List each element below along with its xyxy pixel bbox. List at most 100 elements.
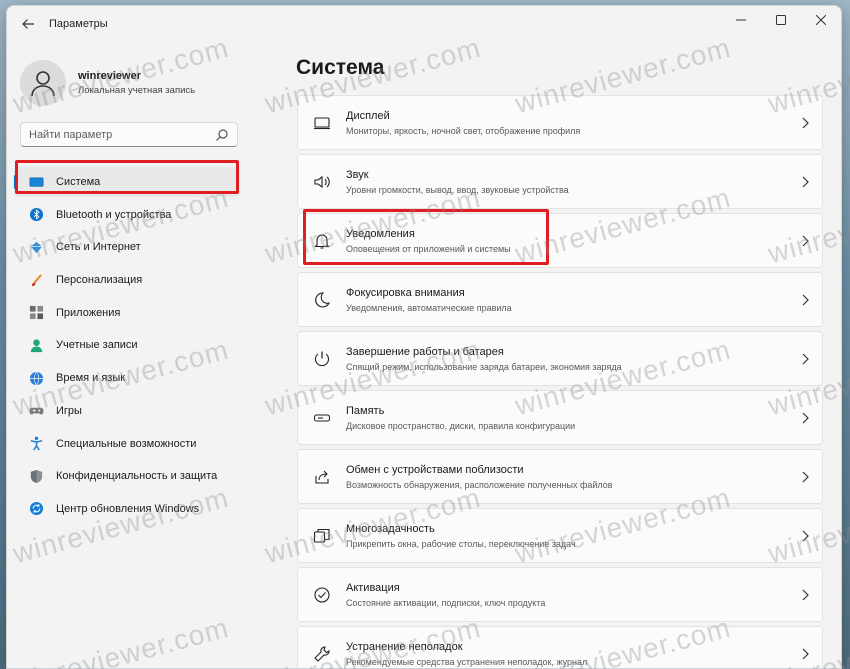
chevron-right-icon (802, 530, 809, 541)
page-title: Система (296, 56, 385, 79)
sidebar-item-network[interactable]: Сеть и Интернет (14, 232, 240, 262)
user-profile[interactable]: winreviewer Локальная учетная запись (20, 60, 195, 106)
title-bar: Параметры (7, 6, 841, 42)
setting-card-display[interactable]: Дисплей Мониторы, яркость, ночной свет, о… (297, 95, 823, 150)
shield-icon (28, 468, 44, 484)
card-subtitle: Рекомендуемые средства устранения непола… (346, 656, 588, 667)
chevron-right-icon (802, 412, 809, 423)
multitask-icon (312, 526, 332, 546)
accessibility-icon (28, 436, 44, 452)
setting-card-nearby-sharing[interactable]: Обмен с устройствами поблизости Возможнос… (297, 449, 823, 504)
card-title: Обмен с устройствами поблизости (346, 463, 524, 476)
display-icon (312, 113, 332, 133)
sidebar-item-label: Конфиденциальность и защита (56, 470, 218, 483)
sidebar-item-time-language[interactable]: Время и язык (14, 363, 240, 393)
sidebar-item-accessibility[interactable]: Специальные возможности (14, 429, 240, 459)
person-icon (31, 71, 55, 97)
search-icon[interactable] (215, 128, 229, 142)
highlight-system (15, 160, 239, 194)
chevron-right-icon (802, 117, 809, 128)
settings-window: Параметры winreviewer Локальная учетная … (6, 5, 842, 669)
sidebar-item-bluetooth[interactable]: Bluetooth и устройства (14, 200, 240, 230)
sidebar-item-gaming[interactable]: Игры (14, 396, 240, 426)
user-name: winreviewer (78, 70, 141, 82)
card-subtitle: Мониторы, яркость, ночной свет, отображе… (346, 125, 581, 136)
brush-icon (28, 272, 44, 288)
card-subtitle: Состояние активации, подписки, ключ прод… (346, 597, 546, 608)
sidebar-item-accounts[interactable]: Учетные записи (14, 330, 240, 360)
card-title: Устранение неполадок (346, 640, 463, 653)
setting-card-power-battery[interactable]: Завершение работы и батарея Спящий режим,… (297, 331, 823, 386)
sidebar-item-label: Специальные возможности (56, 437, 197, 450)
search-box[interactable] (20, 122, 238, 147)
bluetooth-icon (28, 207, 44, 223)
card-subtitle: Возможность обнаружения, расположение по… (346, 479, 613, 490)
card-subtitle: Спящий режим, использование заряда батар… (346, 361, 622, 372)
window-controls (721, 6, 841, 34)
sidebar-item-label: Персонализация (56, 274, 143, 287)
chevron-right-icon (802, 235, 809, 246)
highlight-notifications (303, 209, 549, 265)
chevron-right-icon (802, 176, 809, 187)
card-title: Звук (346, 168, 369, 181)
card-title: Активация (346, 581, 400, 594)
sidebar-item-windows-update[interactable]: Центр обновления Windows (14, 494, 240, 524)
nav-list: Система Bluetooth и устройства Сеть и Ин… (14, 167, 240, 527)
chevron-right-icon (802, 648, 809, 659)
sidebar-item-label: Игры (56, 404, 82, 417)
sidebar-item-privacy[interactable]: Конфиденциальность и защита (14, 461, 240, 491)
account-type: Локальная учетная запись (78, 85, 196, 96)
sidebar-item-label: Сеть и Интернет (56, 241, 141, 254)
check-circle-icon (312, 585, 332, 605)
sidebar-item-label: Время и язык (56, 372, 126, 385)
storage-icon (312, 408, 332, 428)
maximize-button[interactable] (761, 6, 801, 34)
maximize-icon (776, 15, 786, 25)
card-subtitle: Дисковое пространство, диски, правила ко… (346, 420, 576, 431)
network-icon (28, 239, 44, 255)
sidebar-item-label: Bluetooth и устройства (56, 208, 172, 221)
card-subtitle: Уведомления, автоматические правила (346, 302, 512, 313)
chevron-right-icon (802, 353, 809, 364)
speaker-icon (312, 172, 332, 192)
setting-card-sound[interactable]: Звук Уровни громкости, вывод, ввод, звуко… (297, 154, 823, 209)
setting-card-activation[interactable]: Активация Состояние активации, подписки, … (297, 567, 823, 622)
chevron-right-icon (802, 589, 809, 600)
minimize-button[interactable] (721, 6, 761, 34)
card-title: Дисплей (346, 109, 390, 122)
sidebar-item-personalization[interactable]: Персонализация (14, 265, 240, 295)
user-icon (28, 337, 44, 353)
globe-clock-icon (28, 370, 44, 386)
card-title: Завершение работы и батарея (346, 345, 504, 358)
settings-list: Дисплей Мониторы, яркость, ночной свет, о… (297, 95, 823, 668)
power-icon (312, 349, 332, 369)
card-title: Память (346, 404, 385, 417)
apps-icon (28, 305, 44, 321)
sidebar-item-label: Учетные записи (56, 339, 138, 352)
arrow-left-icon (22, 19, 34, 29)
gamepad-icon (28, 403, 44, 419)
search-input[interactable] (29, 128, 215, 141)
card-subtitle: Прикрепить окна, рабочие столы, переключ… (346, 538, 576, 549)
card-subtitle: Уровни громкости, вывод, ввод, звуковые … (346, 184, 569, 195)
setting-card-multitasking[interactable]: Многозадачность Прикрепить окна, рабочие … (297, 508, 823, 563)
sidebar: winreviewer Локальная учетная запись Сис… (7, 42, 247, 668)
card-title: Многозадачность (346, 522, 435, 535)
wrench-icon (312, 644, 332, 664)
sidebar-item-label: Приложения (56, 306, 121, 319)
setting-card-focus-assist[interactable]: Фокусировка внимания Уведомления, автомат… (297, 272, 823, 327)
close-button[interactable] (801, 6, 841, 34)
close-icon (816, 15, 826, 25)
setting-card-storage[interactable]: Память Дисковое пространство, диски, прав… (297, 390, 823, 445)
app-title: Параметры (49, 18, 108, 30)
chevron-right-icon (802, 294, 809, 305)
share-icon (312, 467, 332, 487)
card-title: Фокусировка внимания (346, 286, 465, 299)
sidebar-item-label: Центр обновления Windows (56, 502, 200, 515)
setting-card-troubleshoot[interactable]: Устранение неполадок Рекомендуемые средст… (297, 626, 823, 668)
avatar (20, 60, 66, 106)
back-button[interactable] (13, 9, 43, 39)
sidebar-item-apps[interactable]: Приложения (14, 298, 240, 328)
chevron-right-icon (802, 471, 809, 482)
minimize-icon (736, 19, 746, 21)
